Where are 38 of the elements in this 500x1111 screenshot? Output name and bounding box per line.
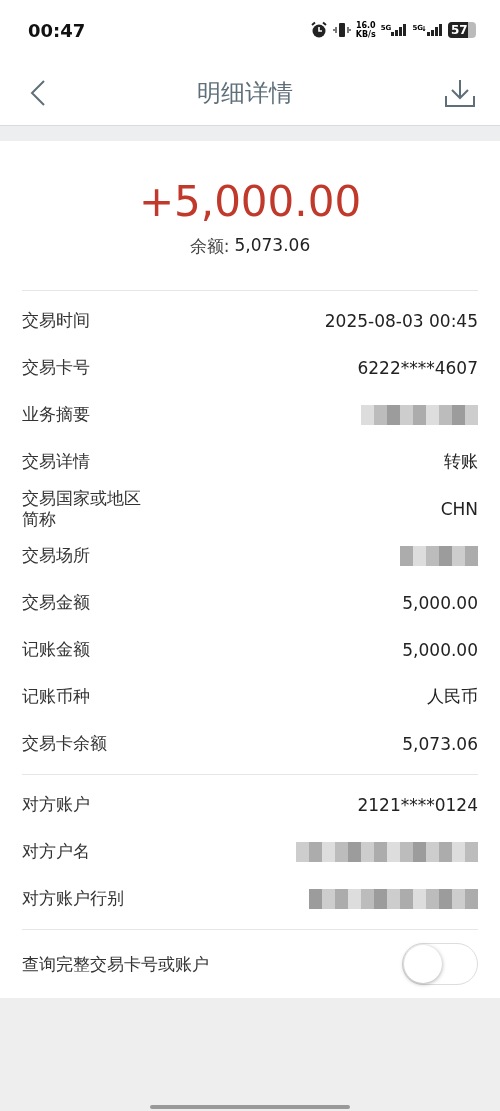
balance-label: 余额:	[189, 235, 230, 258]
signal-icon	[391, 24, 408, 36]
back-icon[interactable]	[30, 78, 46, 107]
page-title: 明细详情	[197, 77, 293, 109]
status-time: 00:47	[28, 19, 86, 41]
battery-level: 57	[450, 23, 468, 37]
signal-icon	[423, 24, 443, 36]
detail-value: 5,000.00	[402, 639, 478, 660]
detail-label: 交易详情	[22, 451, 91, 472]
detail-value: CHN	[440, 498, 478, 519]
detail-label: 交易卡号	[22, 357, 91, 378]
detail-label: 交易金额	[22, 592, 91, 613]
detail-label: 交易场所	[22, 545, 91, 566]
detail-value: 5,000.00	[402, 592, 478, 613]
toggle-switch[interactable]	[402, 943, 478, 985]
detail-value: 2025-08-03 00:45	[324, 310, 478, 331]
detail-value: 人民币	[427, 685, 478, 708]
download-icon[interactable]	[444, 77, 476, 108]
detail-value: 2121****0124	[357, 794, 478, 815]
network-speed: 16.0	[355, 21, 376, 30]
detail-label: 交易国家或地区简称	[22, 487, 142, 530]
detail-label: 对方账户行别	[22, 888, 125, 909]
speed-unit: KB/s	[355, 30, 376, 39]
balance-value: 5,073.06	[234, 235, 311, 257]
vibrate-icon	[332, 21, 351, 39]
transaction-amount: +5,000.00	[138, 177, 362, 227]
detail-label: 记账币种	[22, 686, 91, 707]
detail-label: 交易卡余额	[22, 733, 108, 754]
detail-label: 对方户名	[22, 841, 91, 862]
detail-value: 5,073.06	[402, 733, 478, 754]
toggle-label: 查询完整交易卡号或账户	[22, 953, 209, 975]
detail-label: 交易时间	[22, 310, 91, 331]
detail-value: 6222****4607	[357, 357, 478, 378]
detail-label: 记账金额	[22, 639, 91, 660]
detail-label: 对方账户	[22, 794, 91, 815]
alarm-icon	[309, 21, 328, 39]
detail-label: 业务摘要	[22, 404, 91, 425]
detail-value: 转账	[444, 450, 478, 473]
